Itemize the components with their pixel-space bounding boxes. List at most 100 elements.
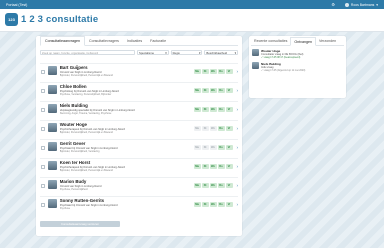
consultant-info: Gerrit Gever Psychiater bij Onrust1 van S…: [60, 140, 140, 153]
recent-consultations-panel: Recente consultaties Ontvangen Verzonden…: [249, 36, 346, 98]
select-checkbox[interactable]: [41, 184, 45, 188]
tab-sent[interactable]: Verzonden: [316, 36, 339, 45]
day-badge: Do: [217, 202, 225, 207]
day-badge: Ma: [193, 145, 201, 150]
consultant-name: Wouter Hoge: [59, 122, 87, 127]
specialism-select[interactable]: Specialisme ▾: [136, 50, 169, 55]
day-badge: Ma: [193, 202, 201, 207]
day-badge: Di: [201, 69, 209, 74]
chevron-right-icon[interactable]: ›: [237, 164, 239, 169]
tab-received[interactable]: Ontvangen: [290, 37, 316, 46]
recent-tabs: Recente consultaties Ontvangen Verzonden: [251, 36, 344, 46]
avatar: [47, 142, 57, 151]
recent-status: ✓ vraag 17-05 08:17 (Geaccepteerd): [261, 56, 301, 59]
select-checkbox[interactable]: [41, 165, 45, 169]
chevron-down-icon: ▾: [198, 50, 201, 55]
recent-item[interactable]: Niels Bulding Indiv.vraag ✓ vraag 17-05 …: [249, 59, 346, 72]
availability-days: Ma Di Wo Do Vr: [193, 107, 233, 112]
select-checkbox[interactable]: [41, 146, 45, 150]
table-row[interactable]: Sonny Rutten-Gerrits Psychiater bij Onrus…: [40, 196, 238, 213]
top-bar: Portaal (Test) ⚙ Roos Bartmans ▾: [0, 0, 384, 9]
tab-indications[interactable]: Indicaties: [123, 36, 146, 46]
day-badge: Vr: [225, 69, 233, 74]
avatar: [47, 180, 57, 189]
chevron-right-icon[interactable]: ›: [237, 107, 239, 112]
avatar: [47, 85, 57, 94]
consultant-expertise: Bijzonder, Persoonlijkheid, Verslaving: [59, 149, 100, 153]
availability-days: Ma Di Wo Do Vr: [193, 126, 233, 131]
chevron-right-icon[interactable]: ›: [237, 88, 239, 93]
select-checkbox[interactable]: [41, 127, 45, 131]
table-row[interactable]: Bart Guijpers Onrust1 van Sirgb in Limbur…: [40, 63, 238, 80]
availability-days: Ma Di Wo Do Vr: [193, 69, 233, 74]
day-badge: Ma: [193, 183, 201, 188]
day-badge: Wo: [209, 183, 217, 188]
select-checkbox[interactable]: [41, 108, 45, 112]
chevron-right-icon[interactable]: ›: [237, 145, 239, 150]
day-badge: Vr: [225, 164, 233, 169]
availability-label: Beschikbaarheid: [206, 50, 228, 55]
avatar: [47, 66, 57, 75]
day-badge: Di: [201, 126, 209, 131]
chevron-right-icon[interactable]: ›: [237, 126, 239, 131]
chevron-right-icon[interactable]: ›: [237, 183, 239, 188]
day-badge: Di: [201, 107, 209, 112]
region-label: Regio: [172, 50, 180, 55]
search-input[interactable]: Zoek op naam, functie, organisatie, tref…: [40, 50, 135, 55]
consultant-name: Chloe Bollen: [59, 84, 87, 89]
logo[interactable]: 123 1 2 3 consultatie: [5, 13, 98, 26]
select-checkbox[interactable]: [41, 89, 45, 93]
consultant-name: Marion Budy: [59, 179, 87, 184]
consultant-name: Koen ter Horst: [59, 160, 91, 165]
chevron-right-icon[interactable]: ›: [237, 69, 239, 74]
day-badge: Wo: [209, 88, 217, 93]
table-row[interactable]: Koen ter Horst Psychotherapeut bij Onrust…: [40, 158, 238, 175]
availability-days: Ma Di Wo Do Vr: [193, 202, 233, 207]
avatar: [47, 123, 57, 132]
table-row[interactable]: Wouter Hoge Psychotherapeut bij Onrust1 v…: [40, 120, 238, 137]
tab-consultation-requests[interactable]: Consultatieaanvragen: [40, 36, 85, 46]
settings-icon[interactable]: ⚙: [331, 2, 335, 7]
recent-title: Recente consultaties: [254, 38, 288, 43]
consultant-expertise: Bijzonder, Persoonlijkheid, Persoonlijk …: [59, 73, 113, 77]
table-row[interactable]: Marion Budy Onrust1 van Sirgb in Limburg-…: [40, 177, 238, 194]
consultant-name: Sonny Rutten-Gerrits: [59, 198, 105, 203]
send-request-button[interactable]: Consultatieaanvraag versturen: [40, 221, 120, 227]
recent-item[interactable]: Wouter Hoge Consultatie vraag in DE BOOG…: [249, 46, 346, 59]
tab-consultation-seekers[interactable]: Consultatievragers: [85, 36, 123, 46]
select-checkbox[interactable]: [41, 70, 45, 74]
availability-days: Ma Di Wo Do Vr: [193, 164, 233, 169]
portal-title: Portaal (Test): [6, 2, 28, 7]
availability-days: Ma Di Wo Do Vr: [193, 145, 233, 150]
day-badge: Ma: [193, 107, 201, 112]
select-checkbox[interactable]: [41, 203, 45, 207]
consultant-name: Bart Guijpers: [59, 65, 88, 70]
consultant-info: Chloe Bollen Psycholoog bij Onrust1 van S…: [60, 83, 140, 96]
day-badge: Wo: [209, 202, 217, 207]
day-badge: Do: [217, 126, 225, 131]
table-row[interactable]: Niels Bulding Verpleegkundig specialist b…: [40, 101, 238, 118]
consultant-info: Koen ter Horst Psychotherapeut bij Onrust…: [60, 159, 140, 172]
availability-days: Ma Di Wo Do Vr: [193, 183, 233, 188]
user-menu[interactable]: Roos Bartmans ▾: [344, 2, 378, 7]
day-badge: Vr: [225, 145, 233, 150]
day-badge: Di: [201, 145, 209, 150]
day-badge: Vr: [225, 126, 233, 131]
user-name: Roos Bartmans: [350, 2, 375, 7]
logo-text: 1 2 3 consultatie: [21, 14, 99, 25]
consultant-expertise: Psychose, Persoonlijkheid: [59, 187, 88, 191]
table-row[interactable]: Gerrit Gever Psychiater bij Onrust1 van S…: [40, 139, 238, 156]
chevron-right-icon[interactable]: ›: [237, 202, 239, 207]
day-badge: Wo: [209, 145, 217, 150]
avatar: [252, 49, 259, 56]
recent-status: ✓ vraag 17-05 (Afgerond op 11 mei 2020): [261, 69, 306, 72]
region-select[interactable]: Regio ▾: [170, 50, 203, 55]
logo-mark: 123: [5, 13, 18, 26]
avatar: [47, 161, 57, 170]
availability-days: Ma Di Wo Do Vr: [193, 88, 233, 93]
day-badge: Vr: [225, 88, 233, 93]
tab-invoicing[interactable]: Facturatie: [146, 36, 170, 46]
consultant-expertise: Psychose: [59, 206, 71, 210]
table-row[interactable]: Chloe Bollen Psycholoog bij Onrust1 van S…: [40, 82, 238, 99]
availability-select[interactable]: Beschikbaarheid ▾: [204, 50, 238, 55]
